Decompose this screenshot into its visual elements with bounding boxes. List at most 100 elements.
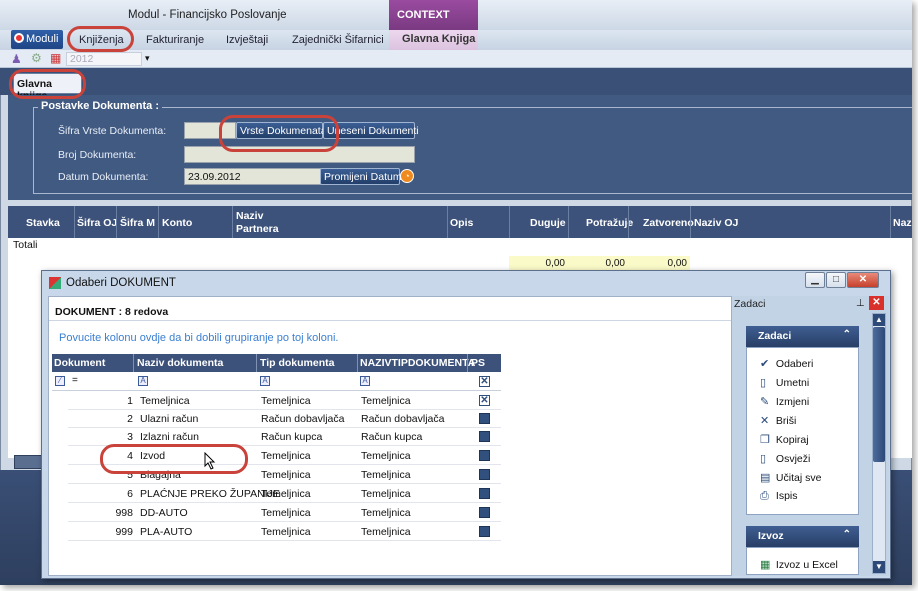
cell-naziv: Blagajna xyxy=(140,469,181,481)
scroll-down-icon[interactable]: ▼ xyxy=(873,561,885,573)
task-ucitaj-sve[interactable]: ▤ Učitaj sve xyxy=(760,471,821,484)
table-row[interactable]: 999 PLA-AUTO Temeljnica Temeljnica xyxy=(68,523,501,541)
tab-zajednicki-sifarnici[interactable]: Zajednički Šifarnici xyxy=(292,34,384,46)
collapse-icon[interactable]: ⌃ xyxy=(843,529,851,540)
col-potrazuje[interactable]: Potražuje xyxy=(586,217,633,229)
task-brisi[interactable]: ✕ Briši xyxy=(760,414,796,427)
text-filter-icon[interactable]: A xyxy=(260,376,270,386)
task-odaberi[interactable]: ✔ Odaberi xyxy=(760,357,813,370)
cell-tip: Račun kupca xyxy=(261,431,323,443)
calendar-icon[interactable]: ▦ xyxy=(50,51,61,65)
settings-icon[interactable]: ⚙ xyxy=(31,51,42,65)
maximize-icon[interactable]: □ xyxy=(826,272,846,288)
total-duguje: 0,00 xyxy=(509,256,568,271)
col-naziv[interactable]: Naziv xyxy=(236,210,263,222)
minimize-icon[interactable]: ▁ xyxy=(805,272,825,288)
excel-icon: ▦ xyxy=(760,559,771,571)
col-divider xyxy=(256,354,257,372)
col-sifra-m[interactable]: Šifra M xyxy=(120,217,155,229)
vrste-dokumenata-button[interactable]: Vrste Dokumenata xyxy=(236,122,327,139)
table-row[interactable]: 2 Ulazni račun Račun dobavljača Račun do… xyxy=(68,410,501,428)
ps-checkbox[interactable] xyxy=(479,507,490,518)
col-divider xyxy=(690,206,691,238)
year-selector[interactable]: 2012 xyxy=(66,52,142,66)
orb-icon xyxy=(14,33,24,43)
scroll-thumb[interactable] xyxy=(873,327,885,462)
checkbox-filter-icon[interactable]: ✕ xyxy=(479,376,490,387)
zadaci-panel-title: Zadaci xyxy=(758,330,792,342)
task-kopiraj[interactable]: ❐ Kopiraj xyxy=(760,433,809,446)
izvoz-panel-header[interactable]: Izvoz ⌃ xyxy=(746,526,859,547)
col-duguje[interactable]: Duguje xyxy=(530,217,566,229)
tab-knjizenja[interactable]: Knjiženja xyxy=(79,34,124,46)
table-row[interactable]: 6 PLAĆNJE PREKO ŽUPANIJE Temeljnica Teme… xyxy=(68,485,501,503)
subtab-glavna-knjiga[interactable]: Glavna knjiga xyxy=(13,73,82,102)
user-icon[interactable]: ♟ xyxy=(11,52,22,66)
ps-checkbox[interactable] xyxy=(479,526,490,537)
task-izvoz-excel[interactable]: ▦ Izvoz u Excel xyxy=(760,558,838,571)
task-ispis[interactable]: ⎙ Ispis xyxy=(760,490,798,503)
load-all-icon: ▤ xyxy=(760,472,771,484)
col-konto[interactable]: Konto xyxy=(162,217,192,229)
task-umetni[interactable]: ▯ Umetni xyxy=(760,376,809,389)
col-zatvoreno[interactable]: Zatvoreno xyxy=(643,217,694,229)
ps-checkbox[interactable] xyxy=(479,488,490,499)
ps-checkbox[interactable] xyxy=(479,431,490,442)
table-row[interactable]: 4 Izvod Temeljnica Temeljnica xyxy=(68,447,501,465)
zadaci-panel-header[interactable]: Zadaci ⌃ xyxy=(746,326,859,347)
ps-checkbox-checked[interactable]: ✕ xyxy=(479,395,490,406)
total-zatvoreno: 0,00 xyxy=(628,256,690,271)
table-row[interactable]: 3 Izlazni račun Račun kupca Račun kupca xyxy=(68,428,501,446)
tab-izvjestaji[interactable]: Izvještaji xyxy=(226,34,268,46)
uneseni-dokumenti-button[interactable]: Uneseni Dokumenti xyxy=(323,122,419,139)
sifra-field[interactable] xyxy=(184,122,236,139)
col-ps[interactable]: PS xyxy=(471,357,485,369)
col-naziv-oj[interactable]: Naziv OJ xyxy=(694,217,738,229)
pin-icon[interactable]: ⊥ xyxy=(856,298,865,309)
col-nazivtipdokumenta[interactable]: NAZIVTIPDOKUMENTA xyxy=(360,357,475,369)
cell-naziv-tip: Temeljnica xyxy=(361,526,411,538)
qat-dropdown-icon[interactable]: ▾ xyxy=(145,53,150,64)
close-icon[interactable]: ✕ xyxy=(847,272,879,288)
filter-clear-icon[interactable]: ⁄ xyxy=(55,376,65,386)
col-partnera: Partnera xyxy=(236,223,279,235)
text-filter-icon[interactable]: A xyxy=(360,376,370,386)
col-opis[interactable]: Opis xyxy=(450,217,473,229)
tab-moduli[interactable]: Moduli xyxy=(11,30,63,49)
col-naziv-dokumenta[interactable]: Naziv dokumenta xyxy=(137,357,223,369)
broj-field[interactable] xyxy=(184,146,415,163)
cell-naziv-tip: Temeljnica xyxy=(361,488,411,500)
ps-checkbox[interactable] xyxy=(479,469,490,480)
table-row[interactable]: 1 Temeljnica Temeljnica Temeljnica ✕ xyxy=(68,392,501,410)
check-icon: ✔ xyxy=(760,358,770,370)
cell-tip: Temeljnica xyxy=(261,469,311,481)
group-by-panel[interactable]: Povucite kolonu ovdje da bi dobili grupi… xyxy=(59,332,338,344)
cell-dokument: 5 xyxy=(127,469,133,481)
text-filter-icon[interactable]: A xyxy=(138,376,148,386)
tasks-pane-title: Zadaci xyxy=(734,298,766,310)
tab-fakturiranje[interactable]: Fakturiranje xyxy=(146,34,204,46)
col-naz[interactable]: Naz xyxy=(893,217,912,229)
col-tip-dokumenta[interactable]: Tip dokumenta xyxy=(260,357,334,369)
table-row[interactable]: 998 DD-AUTO Temeljnica Temeljnica xyxy=(68,504,501,522)
col-sifra-oj[interactable]: Šifra OJ xyxy=(77,217,117,229)
date-picker-icon[interactable]: ◔ xyxy=(400,169,414,183)
col-divider xyxy=(509,206,510,238)
dialog-app-icon xyxy=(49,277,61,289)
task-izmjeni[interactable]: ✎ Izmjeni xyxy=(760,395,809,408)
datum-field[interactable]: 23.09.2012 xyxy=(184,168,321,185)
table-row[interactable]: 5 Blagajna Temeljnica Temeljnica xyxy=(68,466,501,484)
col-stavka[interactable]: Stavka xyxy=(26,217,60,229)
col-dokument[interactable]: Dokument xyxy=(54,357,105,369)
task-label: Odaberi xyxy=(775,358,814,370)
tab-glavna-knjiga[interactable]: Glavna Knjiga xyxy=(389,30,478,50)
promijeni-datum-button[interactable]: Promijeni Datum xyxy=(320,168,402,185)
close-icon[interactable]: ✕ xyxy=(869,296,884,310)
cell-dokument: 2 xyxy=(127,413,133,425)
collapse-icon[interactable]: ⌃ xyxy=(843,329,851,340)
filter-operator[interactable]: = xyxy=(72,375,78,386)
task-osvjezi[interactable]: ▯ Osvježi xyxy=(760,452,810,465)
scroll-up-icon[interactable]: ▲ xyxy=(873,314,885,326)
ps-checkbox[interactable] xyxy=(479,450,490,461)
ps-checkbox[interactable] xyxy=(479,413,490,424)
